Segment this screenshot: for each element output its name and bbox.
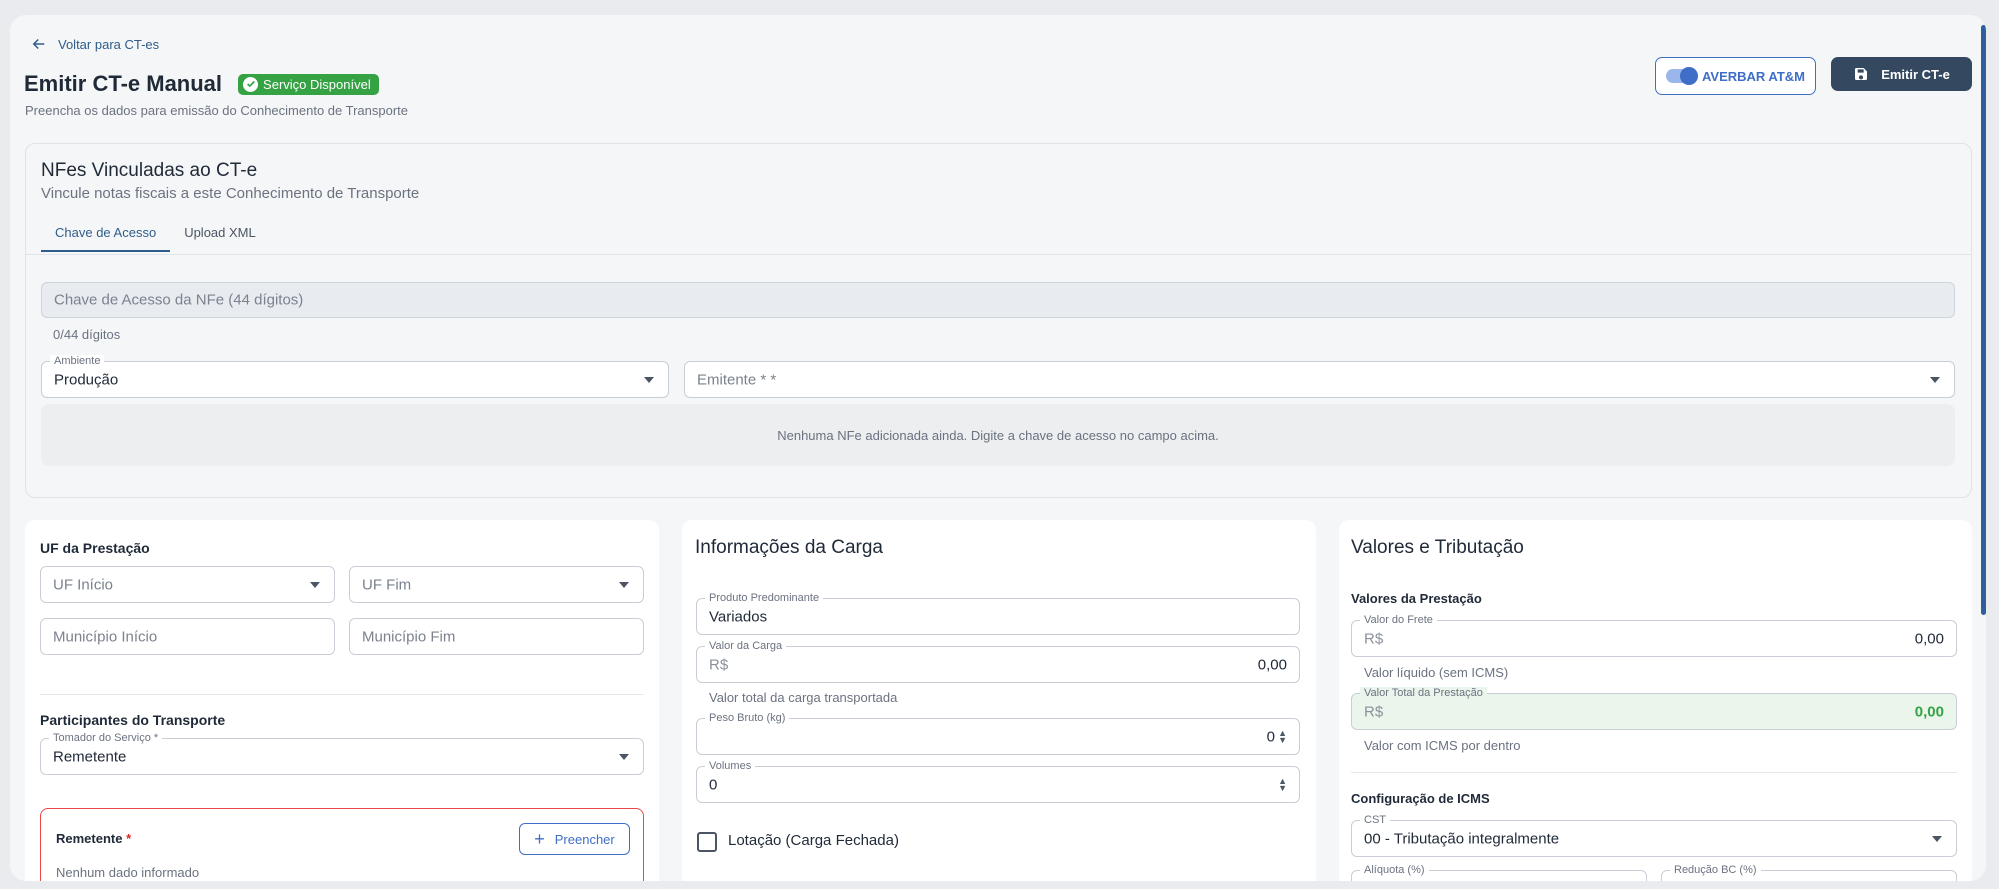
currency-prefix: R$ xyxy=(1364,630,1384,647)
stepper-icon[interactable]: ▲ ▼ xyxy=(1278,776,1287,792)
scrollbar[interactable] xyxy=(1981,25,1986,615)
peso-bruto-label: Peso Bruto (kg) xyxy=(705,712,790,724)
valor-total-value: 0,00 xyxy=(1914,703,1944,720)
emitir-cte-label: Emitir CT-e xyxy=(1881,66,1950,82)
emitente-placeholder: Emitente * * xyxy=(697,371,777,388)
valor-frete-input[interactable]: Valor do Frete R$ 0,00 xyxy=(1351,614,1957,657)
nfe-tabs: Chave de Acesso Upload XML xyxy=(41,214,270,252)
page-title: Emitir CT-e Manual xyxy=(24,71,223,96)
emitir-cte-button[interactable]: Emitir CT-e xyxy=(1831,57,1972,91)
volumes-value: 0 xyxy=(709,776,718,793)
volumes-input[interactable]: Volumes 0 ▲ ▼ xyxy=(696,760,1300,803)
divider xyxy=(40,694,644,695)
reducao-bc-label: Redução BC (%) xyxy=(1670,864,1761,876)
chevron-down-icon xyxy=(1932,835,1942,842)
valor-total-label: Valor Total da Prestação xyxy=(1360,687,1487,699)
aliquota-label: Alíquota (%) xyxy=(1360,864,1429,876)
municipio-fim-placeholder: Município Fim xyxy=(362,628,456,645)
chevron-down-icon xyxy=(1930,376,1940,383)
valor-carga-label: Valor da Carga xyxy=(705,640,787,652)
tab-upload-xml[interactable]: Upload XML xyxy=(170,214,270,252)
cst-value: 00 - Tributação integralmente xyxy=(1364,830,1560,847)
volumes-label: Volumes xyxy=(705,760,756,772)
chave-counter: 0/44 dígitos xyxy=(53,327,121,342)
chevron-down-icon xyxy=(644,376,654,383)
nfe-title: NFes Vinculadas ao CT-e xyxy=(41,160,258,181)
nfe-empty-message: Nenhuma NFe adicionada ainda. Digite a c… xyxy=(41,404,1955,466)
plus-icon: + xyxy=(534,829,545,849)
uf-fim-select[interactable]: UF Fim xyxy=(349,566,644,603)
chevron-down-icon xyxy=(310,581,320,588)
preencher-button[interactable]: + Preencher xyxy=(519,823,630,855)
page: Voltar para CT-es Emitir CT-e Manual Ser… xyxy=(10,15,1986,881)
valor-frete-label: Valor do Frete xyxy=(1360,614,1437,626)
status-badge-label: Serviço Disponível xyxy=(263,76,371,92)
valor-total-field: Valor Total da Prestação R$ 0,00 xyxy=(1351,687,1957,730)
tabs-divider xyxy=(26,254,1971,255)
uf-fim-placeholder: UF Fim xyxy=(362,576,412,593)
municipio-inicio-input[interactable]: Município Início xyxy=(40,618,335,655)
icms-title: Configuração de ICMS xyxy=(1351,791,1490,806)
lotacao-label: Lotação (Carga Fechada) xyxy=(728,832,899,849)
back-link[interactable]: Voltar para CT-es xyxy=(30,35,159,53)
emitente-select[interactable]: Emitente * * xyxy=(684,361,1955,398)
required-marker: * xyxy=(126,831,132,846)
lotacao-checkbox[interactable] xyxy=(697,832,717,852)
nfe-card: NFes Vinculadas ao CT-e Vincule notas fi… xyxy=(25,143,1972,498)
currency-prefix: R$ xyxy=(709,656,729,673)
averbar-label: AVERBAR AT&M xyxy=(1701,68,1806,84)
peso-bruto-value: 0 xyxy=(1266,728,1275,745)
tomador-value: Remetente xyxy=(53,748,127,765)
check-circle-icon xyxy=(243,76,259,92)
produto-value: Variados xyxy=(709,608,768,625)
prestacao-title: Valores da Prestação xyxy=(1351,591,1482,606)
valor-carga-input[interactable]: Valor da Carga R$ 0,00 xyxy=(696,640,1300,683)
carga-title: Informações da Carga xyxy=(695,537,883,558)
reducao-bc-input[interactable]: Redução BC (%) xyxy=(1661,864,1957,881)
nfe-subtitle: Vincule notas fiscais a este Conheciment… xyxy=(41,185,420,202)
arrow-left-icon xyxy=(32,38,45,50)
chevron-down-icon xyxy=(619,581,629,588)
uf-inicio-select[interactable]: UF Início xyxy=(40,566,335,603)
participantes-title: Participantes do Transporte xyxy=(40,712,226,728)
produto-label: Produto Predominante xyxy=(705,592,824,604)
back-link-label: Voltar para CT-es xyxy=(58,36,160,52)
valores-title: Valores e Tributação xyxy=(1351,537,1524,558)
valor-carga-helper: Valor total da carga transportada xyxy=(709,690,898,705)
stepper-icon[interactable]: ▲ ▼ xyxy=(1278,728,1287,744)
averbar-toggle-button[interactable]: AVERBAR AT&M xyxy=(1655,57,1816,95)
aliquota-input[interactable]: Alíquota (%) xyxy=(1351,864,1647,881)
cst-select[interactable]: CST 00 - Tributação integralmente xyxy=(1351,814,1957,857)
page-subtitle: Preencha os dados para emissão do Conhec… xyxy=(25,103,409,118)
chave-acesso-placeholder: Chave de Acesso da NFe (44 dígitos) xyxy=(54,291,304,309)
valor-frete-helper: Valor líquido (sem ICMS) xyxy=(1364,665,1509,680)
valor-total-helper: Valor com ICMS por dentro xyxy=(1364,738,1521,753)
tomador-select[interactable]: Tomador do Serviço * Remetente xyxy=(40,732,644,775)
chevron-down-icon xyxy=(619,753,629,760)
remetente-empty: Nenhum dado informado xyxy=(56,865,200,880)
valor-carga-value: 0,00 xyxy=(1257,656,1287,673)
preencher-label: Preencher xyxy=(554,831,615,847)
ambiente-value: Produção xyxy=(54,371,119,388)
municipio-inicio-placeholder: Município Início xyxy=(53,628,158,645)
ambiente-label: Ambiente xyxy=(50,355,105,367)
uf-inicio-placeholder: UF Início xyxy=(53,576,114,593)
peso-bruto-input[interactable]: Peso Bruto (kg) 0 ▲ ▼ xyxy=(696,712,1300,755)
currency-prefix: R$ xyxy=(1364,703,1384,720)
toggle-switch[interactable] xyxy=(1665,67,1698,85)
municipio-fim-input[interactable]: Município Fim xyxy=(349,618,644,655)
uf-title: UF da Prestação xyxy=(40,540,150,556)
status-badge: Serviço Disponível xyxy=(238,73,379,95)
valor-frete-value: 0,00 xyxy=(1914,630,1944,647)
divider xyxy=(1351,772,1957,773)
remetente-section: Remetente * + Preencher Nenhum dado info… xyxy=(40,808,644,881)
save-icon xyxy=(1855,68,1868,80)
tab-chave-de-acesso[interactable]: Chave de Acesso xyxy=(41,214,171,252)
chave-acesso-input[interactable]: Chave de Acesso da NFe (44 dígitos) xyxy=(41,282,1955,318)
remetente-label: Remetente * xyxy=(56,831,132,846)
produto-input[interactable]: Produto Predominante Variados xyxy=(696,592,1300,635)
cst-label: CST xyxy=(1360,814,1390,826)
tomador-label: Tomador do Serviço * xyxy=(49,732,163,744)
ambiente-select[interactable]: Ambiente Produção xyxy=(41,355,669,398)
